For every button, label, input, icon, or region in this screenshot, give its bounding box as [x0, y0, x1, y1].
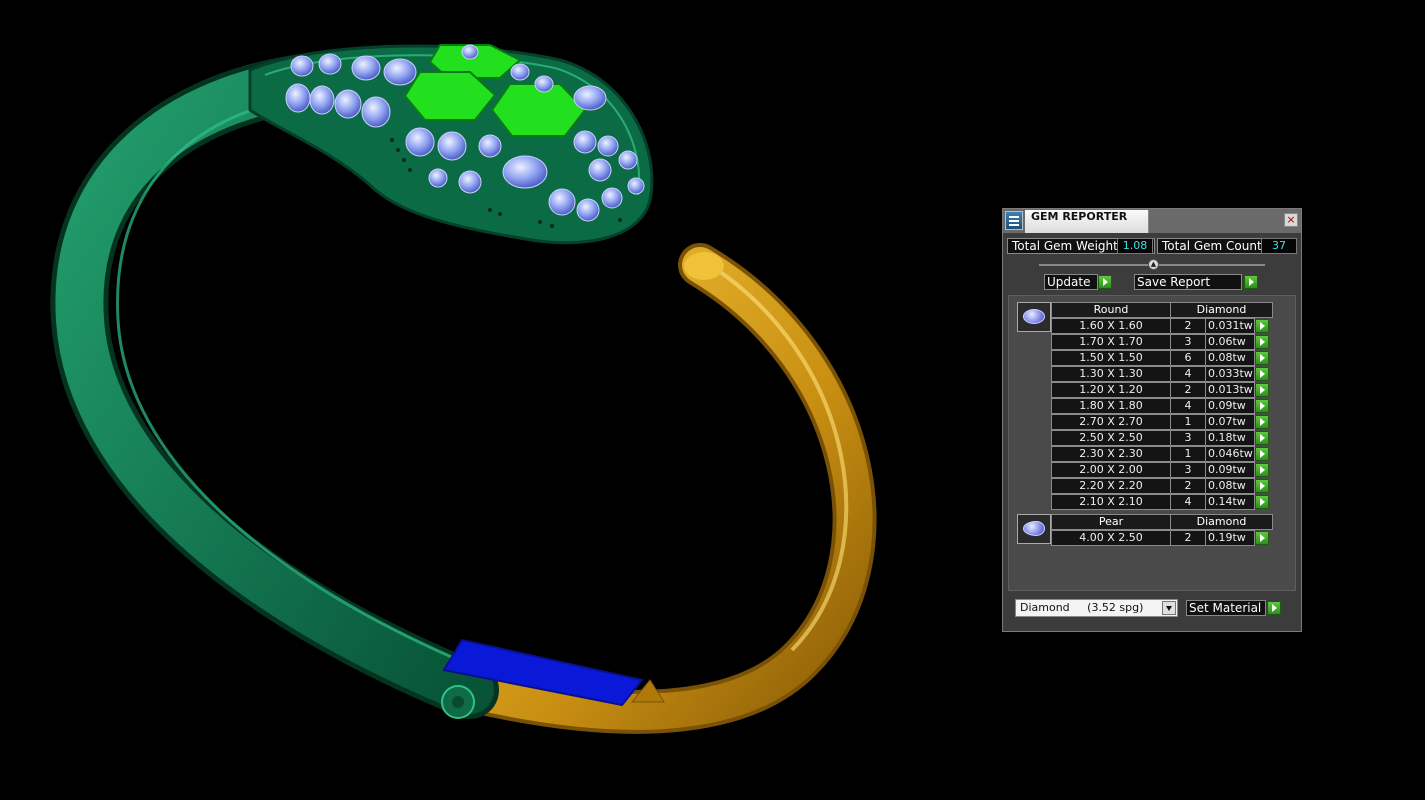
gem-weight-cell: 0.08tw: [1205, 350, 1255, 366]
gem-weight-cell: 0.06tw: [1205, 334, 1255, 350]
close-icon[interactable]: ×: [1284, 213, 1298, 227]
gem-count-cell: 3: [1170, 430, 1206, 446]
set-material-arrow-icon[interactable]: [1267, 601, 1281, 615]
row-select-arrow-icon[interactable]: [1255, 351, 1269, 365]
row-select-arrow-icon[interactable]: [1255, 319, 1269, 333]
material-select-value: Diamond (3.52 spg): [1020, 601, 1144, 614]
gem-weight-cell: 0.046tw: [1205, 446, 1255, 462]
row-select-arrow-icon[interactable]: [1255, 495, 1269, 509]
gem-material-header: Diamond: [1170, 302, 1273, 318]
gem-shape-header: Round: [1051, 302, 1171, 318]
gem-size-cell: 1.20 X 1.20: [1051, 382, 1171, 398]
gem-count-cell: 3: [1170, 334, 1206, 350]
gem-weight-cell: 0.07tw: [1205, 414, 1255, 430]
row-select-arrow-icon[interactable]: [1255, 447, 1269, 461]
update-button[interactable]: Update: [1044, 274, 1098, 290]
gem-weight-cell: 0.18tw: [1205, 430, 1255, 446]
gem-weight-cell: 0.09tw: [1205, 462, 1255, 478]
total-gem-weight-value: 1.08: [1117, 238, 1153, 254]
set-material-button[interactable]: Set Material: [1186, 600, 1266, 616]
material-select[interactable]: Diamond (3.52 spg): [1015, 599, 1178, 617]
gem-count-cell: 2: [1170, 478, 1206, 494]
gem-count-cell: 2: [1170, 530, 1206, 546]
round-gem-icon[interactable]: [1017, 302, 1051, 332]
gem-list: Round Diamond 1.60 X 1.60 2 0.031tw 1.70 X 1.…: [1008, 295, 1296, 591]
gem-weight-cell: 0.033tw: [1205, 366, 1255, 382]
panel-titlebar[interactable]: GEM REPORTER ×: [1003, 209, 1301, 233]
gem-count-cell: 4: [1170, 398, 1206, 414]
row-select-arrow-icon[interactable]: [1255, 479, 1269, 493]
gem-count-cell: 1: [1170, 446, 1206, 462]
gem-reporter-panel: GEM REPORTER × Total Gem Weight 1.08 Tot…: [1002, 208, 1302, 632]
gem-material-header: Diamond: [1170, 514, 1273, 530]
row-select-arrow-icon[interactable]: [1255, 531, 1269, 545]
gem-count-cell: 3: [1170, 462, 1206, 478]
save-report-arrow-icon[interactable]: [1244, 275, 1258, 289]
panel-title: GEM REPORTER: [1025, 210, 1149, 233]
gem-size-cell: 1.30 X 1.30: [1051, 366, 1171, 382]
gem-count-cell: 4: [1170, 494, 1206, 510]
gem-size-cell: 2.30 X 2.30: [1051, 446, 1171, 462]
gem-size-cell: 2.70 X 2.70: [1051, 414, 1171, 430]
gem-size-cell: 4.00 X 2.50: [1051, 530, 1171, 546]
row-select-arrow-icon[interactable]: [1255, 367, 1269, 381]
slider-knob-icon[interactable]: ▲: [1148, 259, 1159, 270]
row-select-arrow-icon[interactable]: [1255, 415, 1269, 429]
gem-count-cell: 6: [1170, 350, 1206, 366]
gem-size-cell: 2.20 X 2.20: [1051, 478, 1171, 494]
gem-weight-cell: 0.09tw: [1205, 398, 1255, 414]
gold-band: [448, 243, 877, 734]
gem-weight-cell: 0.19tw: [1205, 530, 1255, 546]
total-gem-count-value: 37: [1261, 238, 1297, 254]
gem-count-cell: 2: [1170, 318, 1206, 334]
gem-count-cell: 1: [1170, 414, 1206, 430]
gem-size-cell: 1.80 X 1.80: [1051, 398, 1171, 414]
gem-weight-cell: 0.08tw: [1205, 478, 1255, 494]
gem-weight-cell: 0.14tw: [1205, 494, 1255, 510]
row-select-arrow-icon[interactable]: [1255, 399, 1269, 413]
row-select-arrow-icon[interactable]: [1255, 463, 1269, 477]
update-arrow-icon[interactable]: [1098, 275, 1112, 289]
gem-size-cell: 2.10 X 2.10: [1051, 494, 1171, 510]
gem-weight-cell: 0.013tw: [1205, 382, 1255, 398]
gem-size-cell: 2.00 X 2.00: [1051, 462, 1171, 478]
gem-size-cell: 1.60 X 1.60: [1051, 318, 1171, 334]
gem-size-cell: 2.50 X 2.50: [1051, 430, 1171, 446]
row-select-arrow-icon[interactable]: [1255, 431, 1269, 445]
gem-reporter-app-icon: [1005, 211, 1023, 230]
row-select-arrow-icon[interactable]: [1255, 335, 1269, 349]
save-report-button[interactable]: Save Report: [1134, 274, 1242, 290]
pear-gem-icon[interactable]: [1017, 514, 1051, 544]
gem-weight-cell: 0.031tw: [1205, 318, 1255, 334]
snake-head: [248, 44, 654, 245]
gem-size-cell: 1.70 X 1.70: [1051, 334, 1171, 350]
chevron-down-icon[interactable]: [1162, 601, 1176, 615]
row-select-arrow-icon[interactable]: [1255, 383, 1269, 397]
gem-count-cell: 4: [1170, 366, 1206, 382]
gem-shape-header: Pear: [1051, 514, 1171, 530]
gem-size-cell: 1.50 X 1.50: [1051, 350, 1171, 366]
gem-count-cell: 2: [1170, 382, 1206, 398]
